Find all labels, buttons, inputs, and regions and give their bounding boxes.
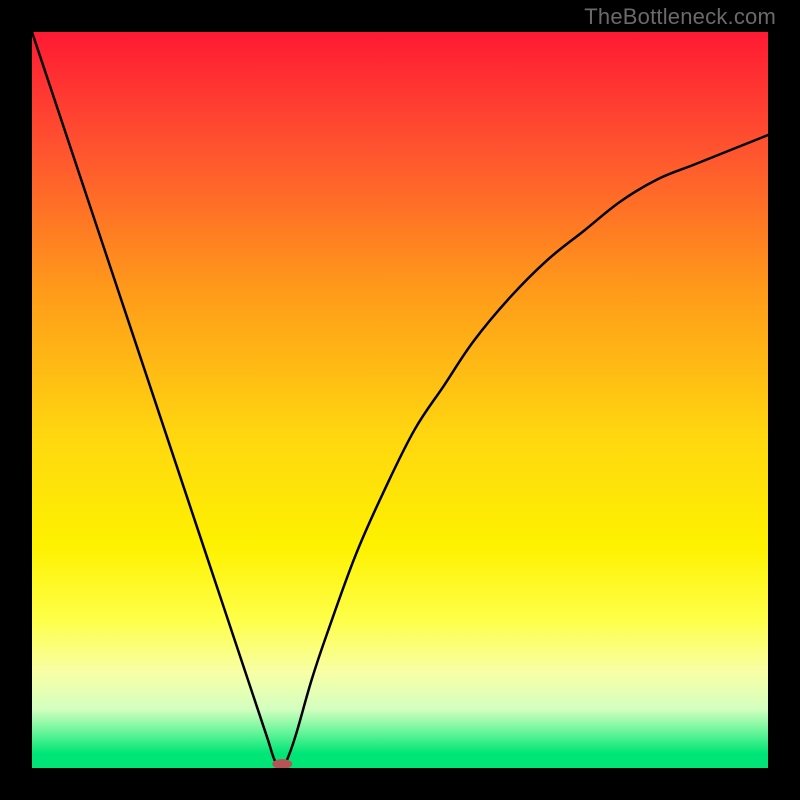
bottleneck-curve — [32, 32, 768, 768]
chart-frame: TheBottleneck.com — [0, 0, 800, 800]
notch-marker — [272, 759, 292, 768]
watermark-text: TheBottleneck.com — [584, 4, 776, 30]
chart-plot-area — [32, 32, 768, 768]
chart-svg — [32, 32, 768, 768]
